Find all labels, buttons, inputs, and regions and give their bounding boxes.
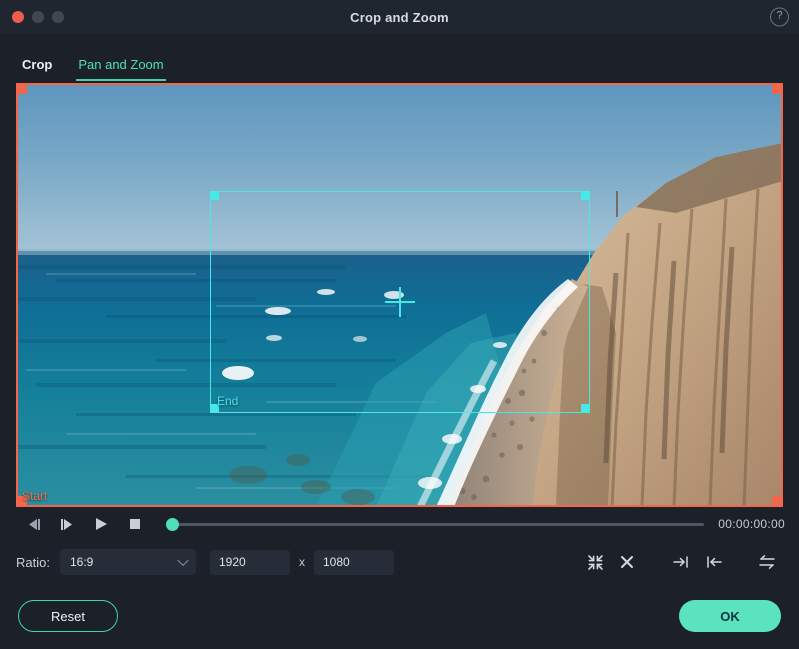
tab-crop-label: Crop — [22, 57, 53, 72]
height-value: 1080 — [322, 555, 350, 569]
stop-button[interactable] — [118, 511, 152, 537]
tab-pan-and-zoom-label: Pan and Zoom — [78, 57, 164, 72]
close-button[interactable] — [12, 11, 24, 23]
ok-button[interactable]: OK — [679, 600, 781, 632]
scrubber-handle[interactable] — [166, 517, 179, 531]
align-right-icon — [672, 555, 690, 569]
tab-bar: Crop Pan and Zoom — [0, 35, 799, 81]
timecode-display: 00:00:00:00 — [718, 517, 785, 531]
footer-bar: Reset OK — [0, 583, 799, 649]
align-left-icon — [705, 555, 722, 569]
playback-scrubber[interactable] — [166, 514, 705, 534]
chevron-down-icon — [177, 554, 189, 567]
width-input[interactable]: 1920 — [209, 549, 290, 575]
swap-icon — [758, 554, 776, 570]
dimension-separator: x — [298, 555, 305, 569]
stop-icon — [129, 518, 141, 530]
transport-bar: 00:00:00:00 — [0, 507, 799, 541]
align-left-button[interactable] — [697, 549, 729, 575]
next-frame-button[interactable] — [50, 511, 84, 537]
width-value: 1920 — [218, 555, 246, 569]
help-icon[interactable]: ? — [770, 7, 789, 27]
controls-bar: Ratio: 16:9 1920 x 1080 — [0, 541, 799, 583]
cross-icon — [619, 554, 635, 570]
minimize-button[interactable] — [32, 11, 44, 23]
tab-crop[interactable]: Crop — [22, 57, 52, 81]
fit-inward-icon — [587, 554, 604, 571]
play-button[interactable] — [84, 511, 118, 537]
play-icon — [94, 517, 108, 531]
video-preview-image — [16, 83, 783, 507]
swap-button[interactable] — [751, 549, 783, 575]
cross-button[interactable] — [611, 549, 643, 575]
height-input[interactable]: 1080 — [313, 549, 394, 575]
window-title: Crop and Zoom — [350, 9, 449, 25]
next-frame-icon — [60, 518, 75, 531]
titlebar: Crop and Zoom ? — [0, 0, 799, 35]
ratio-label: Ratio: — [16, 554, 50, 570]
ratio-select[interactable]: 16:9 — [59, 549, 196, 575]
window-controls — [0, 11, 64, 23]
previous-frame-button[interactable] — [16, 511, 50, 537]
fit-inward-button[interactable] — [579, 549, 611, 575]
start-frame-label: Start — [22, 489, 48, 503]
preview-area[interactable]: Start End — [16, 83, 783, 507]
reset-button[interactable]: Reset — [18, 600, 118, 632]
align-right-button[interactable] — [665, 549, 697, 575]
prev-frame-icon — [26, 518, 41, 531]
scrubber-track[interactable] — [166, 522, 705, 526]
scene-illustration — [16, 83, 783, 507]
maximize-button[interactable] — [52, 11, 64, 23]
crop-and-zoom-window: Crop and Zoom ? Crop Pan and Zoom Start … — [0, 0, 799, 649]
tab-pan-and-zoom[interactable]: Pan and Zoom — [76, 57, 166, 81]
ratio-select-value: 16:9 — [69, 555, 94, 569]
